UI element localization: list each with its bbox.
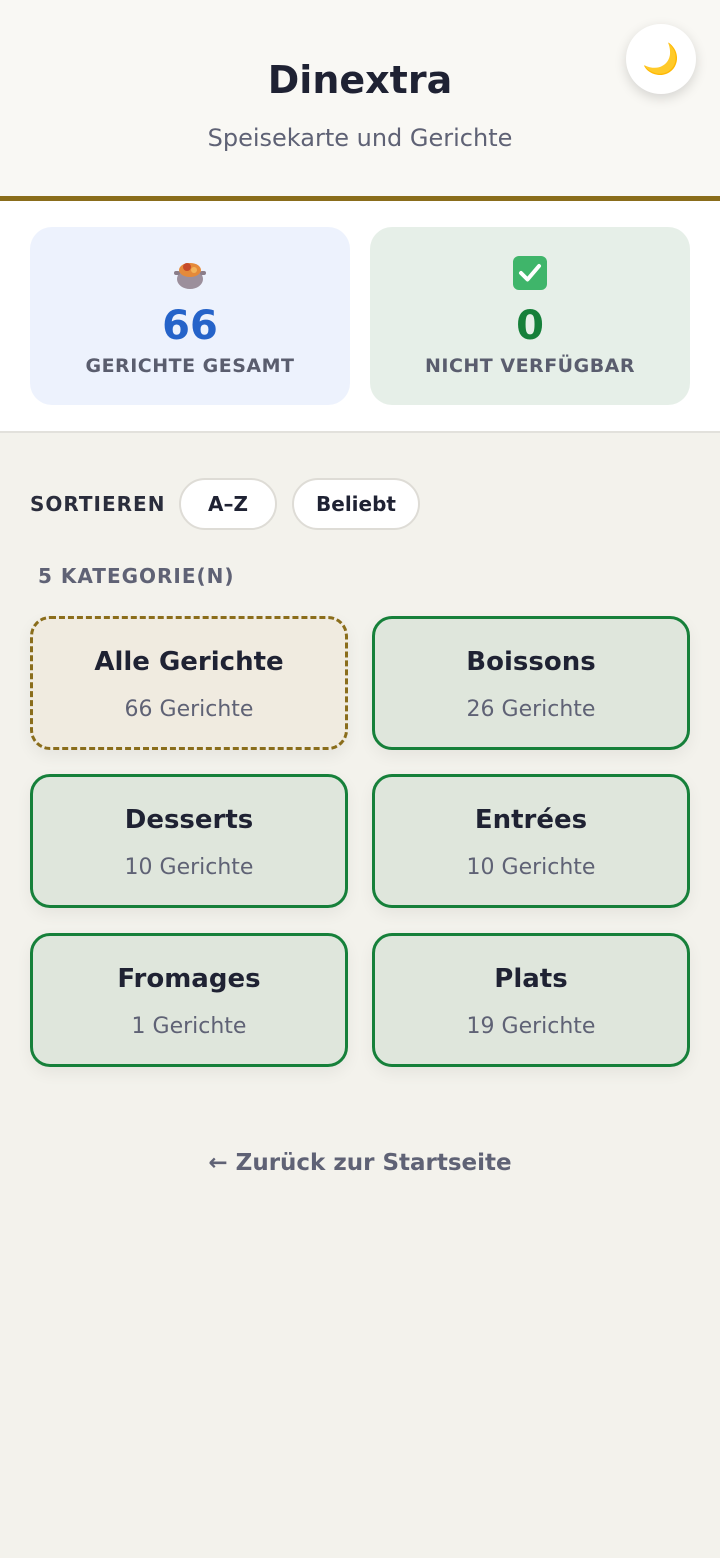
category-name: Boissons [466, 647, 596, 677]
category-dish-count: 1 Gerichte [131, 1014, 247, 1039]
category-dish-count: 10 Gerichte [124, 855, 254, 880]
category-card-boissons[interactable]: Boissons 26 Gerichte [372, 616, 690, 750]
total-dishes-value: 66 [162, 303, 218, 349]
category-name: Desserts [124, 805, 254, 835]
category-name: Entrées [474, 805, 588, 835]
category-card-all[interactable]: Alle Gerichte 66 Gerichte [30, 616, 348, 750]
moon-icon: 🌙 [642, 41, 680, 77]
back-to-home-link[interactable]: ← Zurück zur Startseite [0, 1150, 720, 1176]
sort-az-button[interactable]: A–Z [179, 478, 277, 530]
sort-popular-button[interactable]: Beliebt [292, 478, 420, 530]
unavailable-value: 0 [516, 303, 544, 349]
menu-page: Dinextra Speisekarte und Gerichte 🌙 66 G… [0, 0, 720, 1558]
theme-toggle-button[interactable]: 🌙 [626, 24, 696, 94]
app-subtitle: Speisekarte und Gerichte [207, 124, 513, 152]
category-dish-count: 19 Gerichte [466, 1014, 596, 1039]
check-box-icon [370, 255, 690, 291]
category-dish-count: 26 Gerichte [466, 697, 596, 722]
unavailable-label: NICHT VERFÜGBAR [424, 355, 636, 377]
app-title: Dinextra [267, 58, 453, 102]
category-count: 5 KATEGORIE(N) [38, 564, 235, 588]
cooking-pot-icon [30, 255, 350, 291]
category-card-desserts[interactable]: Desserts 10 Gerichte [30, 774, 348, 908]
category-name: Fromages [117, 964, 261, 994]
stat-card-total: 66 GERICHTE GESAMT [30, 227, 350, 405]
stats-section: 66 GERICHTE GESAMT 0 NICHT VERFÜGBAR [0, 201, 720, 433]
stat-card-unavailable: 0 NICHT VERFÜGBAR [370, 227, 690, 405]
category-card-fromages[interactable]: Fromages 1 Gerichte [30, 933, 348, 1067]
header: Dinextra Speisekarte und Gerichte 🌙 [0, 0, 720, 196]
total-dishes-label: GERICHTE GESAMT [85, 355, 295, 377]
category-name: Plats [494, 964, 568, 994]
category-dish-count: 66 Gerichte [124, 697, 254, 722]
category-card-plats[interactable]: Plats 19 Gerichte [372, 933, 690, 1067]
category-name: Alle Gerichte [94, 647, 284, 677]
category-card-entrees[interactable]: Entrées 10 Gerichte [372, 774, 690, 908]
sort-label: SORTIEREN [30, 492, 166, 516]
category-dish-count: 10 Gerichte [466, 855, 596, 880]
